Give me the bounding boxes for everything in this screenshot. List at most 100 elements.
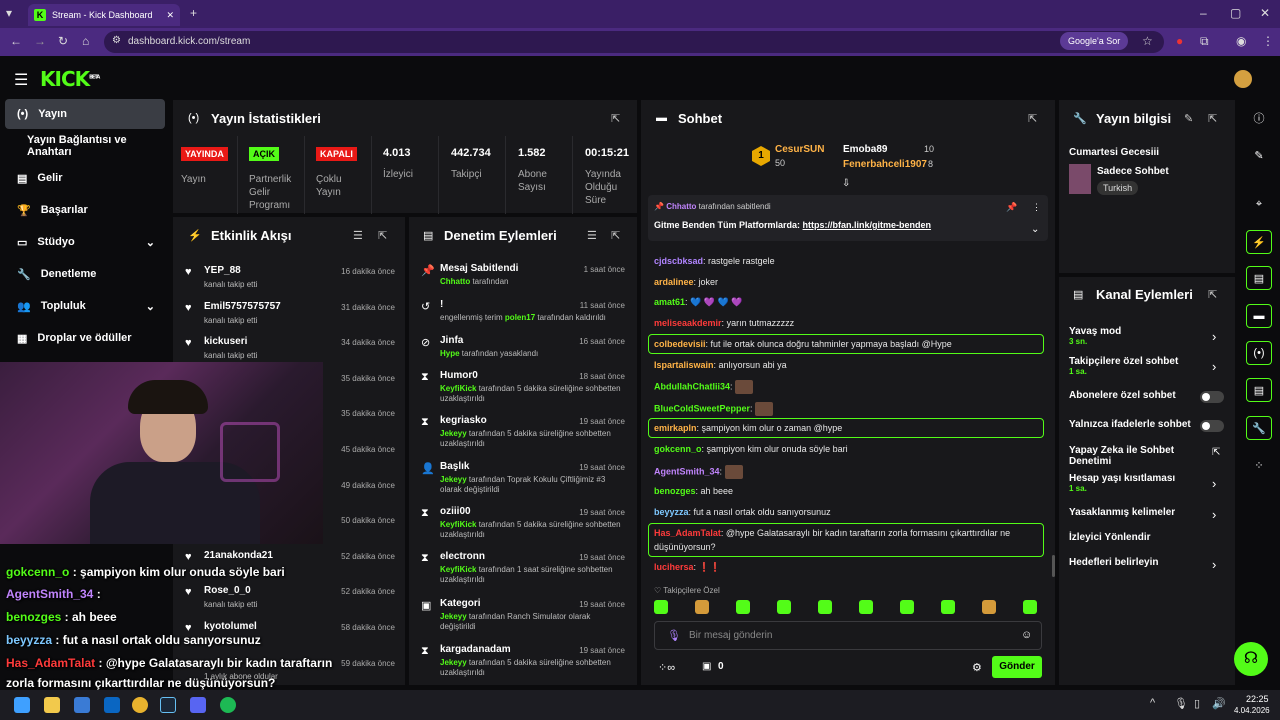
pinned-link[interactable]: https://bfan.link/gitme-benden xyxy=(803,220,932,230)
emoji-icon[interactable]: ☺ xyxy=(1021,629,1032,641)
info-icon[interactable]: ⓘ xyxy=(1246,106,1272,130)
channel-action-item[interactable]: Takipçilere özel sohbet 1 sa. xyxy=(1069,356,1193,376)
popout-icon[interactable]: ⇱ xyxy=(1208,112,1217,125)
chevron-down-icon[interactable]: ⌄ xyxy=(1031,224,1039,235)
bookmark-star-icon[interactable]: ☆ xyxy=(1142,34,1153,48)
unpin-icon[interactable]: 📌 xyxy=(1006,202,1017,213)
popout-icon[interactable]: ⇱ xyxy=(611,112,620,125)
tab-list-icon[interactable]: ▾ xyxy=(6,6,12,20)
activity-row[interactable]: ♥ Rose_0_0 kanalı takip etti 52 dakika ö… xyxy=(173,578,405,614)
sidebar-item-topluluk[interactable]: 👥 Topluluk ⌄ xyxy=(5,291,165,321)
filter-icon[interactable]: ☰ xyxy=(587,229,597,242)
site-info-icon[interactable]: ⚙ xyxy=(112,35,121,46)
channel-action-item[interactable]: Yavaş mod 3 sn. xyxy=(1069,326,1193,346)
minimize-icon[interactable]: – xyxy=(1200,6,1207,20)
chat-message[interactable]: Ispartaliswain: anlıyorsun abi ya xyxy=(654,360,787,370)
emote-button[interactable] xyxy=(736,600,750,614)
activity-row[interactable]: ♥ kickuseri kanalı takip etti 34 dakika … xyxy=(173,329,405,365)
chat-message[interactable]: AbdullahChatlii34: xyxy=(654,380,754,394)
store-icon[interactable]: ▣ xyxy=(702,661,711,672)
extensions-puzzle-icon[interactable]: ⧉ xyxy=(1200,34,1209,49)
channel-action-item[interactable]: Abonelere özel sohbet xyxy=(1069,390,1193,401)
chat-username[interactable]: amat61 xyxy=(654,297,685,307)
chevron-right-icon[interactable]: › xyxy=(1212,476,1216,491)
clipboard-icon[interactable]: ▤ xyxy=(1246,266,1272,290)
channel-action-item[interactable]: Yasaklanmış kelimeler xyxy=(1069,507,1193,518)
chevron-right-icon[interactable]: › xyxy=(1212,359,1216,374)
community-icon[interactable]: ⁘∞ xyxy=(658,661,675,674)
chat-message[interactable]: AgentSmith_34: xyxy=(654,465,743,479)
back-icon[interactable]: ← xyxy=(10,34,22,48)
chat-message[interactable]: Has_AdamTalat: @hype Galatasaraylı bir k… xyxy=(654,526,1034,554)
moderation-row[interactable]: ▣ Kategori Jekeyy tarafından Ranch Simul… xyxy=(409,598,637,638)
sidebar-item-gelir[interactable]: ▤ Gelir xyxy=(5,163,165,193)
chat-message[interactable]: lucihersa: ❗❗ xyxy=(654,562,721,573)
moderation-row[interactable]: ⊘ Jinfa Hype tarafından yasaklandı 16 sa… xyxy=(409,335,637,375)
chat-message[interactable]: amat61: 💙 💜 💙 💜 xyxy=(654,297,742,308)
expand-down-icon[interactable]: ⇩ xyxy=(842,178,850,189)
home-icon[interactable]: ⌂ xyxy=(82,34,89,48)
chat-username[interactable]: beyyzza xyxy=(654,507,689,517)
google-ask-button[interactable]: Google'a Sor xyxy=(1060,32,1129,50)
sidebar-item-stream-key[interactable]: Yayın Bağlantısı ve Anahtarı xyxy=(5,131,165,161)
chevron-right-icon[interactable]: › xyxy=(1212,557,1216,572)
chat-message[interactable]: benozges: ah beee xyxy=(654,486,733,496)
moderation-row[interactable]: 📌 Mesaj Sabitlendi Chhatto tarafından 1 … xyxy=(409,263,637,303)
chat-message[interactable]: cjdscbksad: rastgele rastgele xyxy=(654,256,775,266)
channel-action-item[interactable]: Hesap yaşı kısıtlaması 1 sa. xyxy=(1069,473,1193,493)
moderation-row[interactable]: ⧗ oziii00 KeyfiKick tarafından 5 dakika … xyxy=(409,506,637,546)
url-field[interactable]: dashboard.kick.com/stream xyxy=(104,31,1164,53)
moderation-row[interactable]: 👤 Başlık Jekeyy tarafından Toprak Kokulu… xyxy=(409,461,637,501)
profile-avatar[interactable]: ◉ xyxy=(1236,34,1246,48)
chat-username[interactable]: emirkapln xyxy=(654,423,697,433)
network-icon[interactable]: ▯ xyxy=(1194,697,1200,710)
sidebar-item-droplar[interactable]: ▦ Droplar ve ödüller xyxy=(5,323,165,353)
chevron-right-icon[interactable]: › xyxy=(1212,507,1216,522)
external-link-icon[interactable]: ⇱ xyxy=(1212,447,1220,458)
popout-icon[interactable]: ⇱ xyxy=(611,229,620,242)
browser-tab[interactable]: K Stream - Kick Dashboard ✕ xyxy=(28,4,180,26)
community-icon[interactable]: ⁘ xyxy=(1246,453,1272,477)
volume-icon[interactable]: 🔊 xyxy=(1212,697,1226,710)
windows-start-icon[interactable] xyxy=(14,697,30,713)
spotify-icon[interactable] xyxy=(220,697,236,713)
hamburger-menu-icon[interactable]: ☰ xyxy=(14,70,28,90)
actions-icon[interactable]: ▤ xyxy=(1246,378,1272,402)
chat-username[interactable]: BlueColdSweetPepper xyxy=(654,403,750,413)
help-headset-icon[interactable]: ☊ xyxy=(1234,642,1268,676)
chat-username[interactable]: benozges xyxy=(654,486,696,496)
new-tab-icon[interactable]: + xyxy=(190,6,197,20)
chat-message[interactable]: gokcenn_o: şampiyon kim olur onuda söyle… xyxy=(654,444,848,454)
channel-action-item[interactable]: Yalnızca ifadelerle sohbet xyxy=(1069,419,1193,430)
send-button[interactable]: Gönder xyxy=(992,656,1042,678)
chat-bubble-icon[interactable]: ▬ xyxy=(1246,304,1272,328)
wrench-icon[interactable]: 🔧 xyxy=(1246,416,1272,440)
moderation-row[interactable]: ↺ ! engellenmiş terim polen17 tarafından… xyxy=(409,299,637,339)
chat-username[interactable]: ardalinee xyxy=(654,277,694,287)
emote-button[interactable] xyxy=(695,600,709,614)
broadcast-icon[interactable]: (•) xyxy=(1246,341,1272,365)
mic-icon[interactable]: 🎙 xyxy=(667,629,681,642)
moderation-row[interactable]: ⧗ kargadanadam Jekeyy tarafından 5 dakik… xyxy=(409,644,637,683)
sidebar-item-yayin[interactable]: (•) Yayın xyxy=(5,99,165,129)
chat-username[interactable]: cjdscbksad xyxy=(654,256,703,266)
sidebar-item-basarilar[interactable]: 🏆 Başarılar xyxy=(5,195,165,225)
emote-button[interactable] xyxy=(900,600,914,614)
window-close-icon[interactable]: ✕ xyxy=(1260,6,1270,20)
emote-button[interactable] xyxy=(654,600,668,614)
close-tab-icon[interactable]: ✕ xyxy=(166,10,174,21)
chevron-right-icon[interactable]: › xyxy=(1212,329,1216,344)
discord-icon[interactable] xyxy=(190,697,206,713)
chevron-up-icon[interactable]: ^ xyxy=(1150,697,1155,709)
maximize-icon[interactable]: ▢ xyxy=(1230,6,1241,20)
channel-action-item[interactable]: Hedefleri belirleyin xyxy=(1069,557,1193,568)
chat-scrollbar[interactable] xyxy=(1052,555,1055,577)
chat-message[interactable]: meliseaakdemir: yarın tutmazzzzz xyxy=(654,318,794,328)
emote-button[interactable] xyxy=(818,600,832,614)
lightning-icon[interactable]: ⚡ xyxy=(1246,230,1272,254)
sidebar-item-denetleme[interactable]: 🔧 Denetleme xyxy=(5,259,165,289)
chat-message[interactable]: beyyzza: fut a nasıl ortak oldu sanıyors… xyxy=(654,507,831,517)
edit-icon[interactable]: ✎ xyxy=(1184,112,1193,125)
emote-button[interactable] xyxy=(777,600,791,614)
steam-icon[interactable] xyxy=(160,697,176,713)
